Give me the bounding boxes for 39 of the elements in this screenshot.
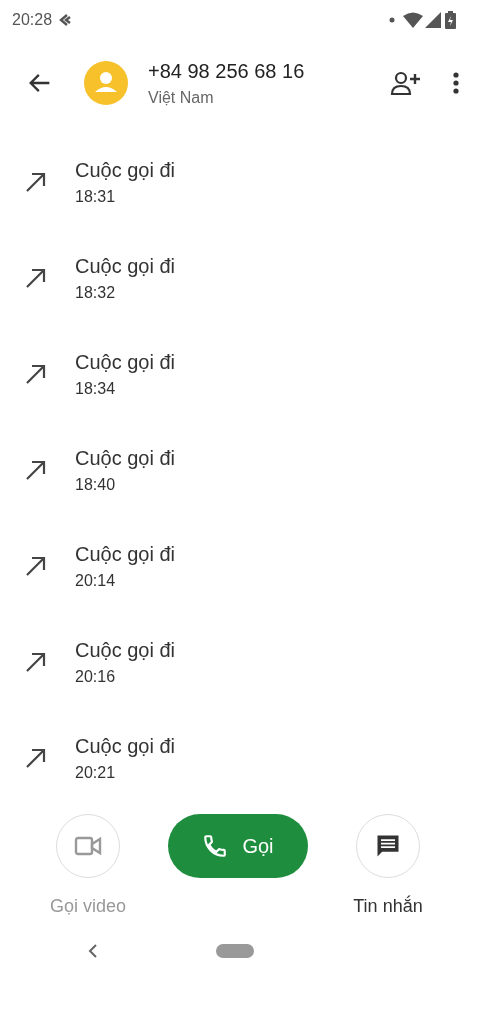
call-time: 20:16 — [75, 667, 117, 686]
call-time: 18:32 — [75, 283, 117, 302]
outgoing-call-icon — [24, 650, 48, 674]
home-handle[interactable] — [216, 944, 254, 958]
phone-icon — [202, 833, 229, 859]
call-type: Cuộc gọi đi — [75, 542, 176, 566]
call-time: 20:14 — [75, 571, 117, 590]
wifi-icon — [403, 12, 423, 28]
status-time: 20:28 — [12, 11, 53, 29]
outgoing-call-icon — [24, 458, 48, 482]
battery-icon — [445, 11, 456, 29]
outgoing-call-icon — [24, 170, 48, 194]
phone-number: +84 98 256 68 16 — [148, 59, 306, 83]
call-type: Cuộc gọi đi — [75, 254, 176, 278]
call-time: 18:34 — [75, 379, 117, 398]
call-type: Cuộc gọi đi — [75, 158, 176, 182]
outgoing-call-icon — [24, 746, 48, 770]
country-label: Việt Nam — [148, 88, 215, 107]
call-type: Cuộc gọi đi — [75, 638, 176, 662]
avatar-icon — [84, 61, 128, 105]
call-button[interactable]: Gọi — [168, 814, 308, 878]
signal-icon — [425, 12, 441, 28]
add-person-icon — [390, 70, 422, 96]
dot-icon — [389, 17, 395, 23]
action-label: Tin nhắn — [353, 896, 423, 917]
call-time: 18:40 — [75, 475, 117, 494]
outgoing-call-icon — [24, 362, 48, 386]
back-nav-icon[interactable] — [88, 944, 98, 958]
video-camera-icon — [74, 835, 102, 857]
notification-icon — [58, 13, 73, 27]
call-type: Cuộc gọi đi — [75, 734, 176, 758]
call-time: 20:21 — [75, 763, 117, 782]
more-options-icon — [452, 71, 460, 95]
outgoing-call-icon — [24, 266, 48, 290]
call-type: Cuộc gọi đi — [75, 350, 176, 374]
outgoing-call-icon — [24, 554, 48, 578]
call-type: Cuộc gọi đi — [75, 446, 176, 470]
action-label: Gọi video — [49, 896, 126, 917]
call-time: 18:31 — [75, 187, 117, 206]
